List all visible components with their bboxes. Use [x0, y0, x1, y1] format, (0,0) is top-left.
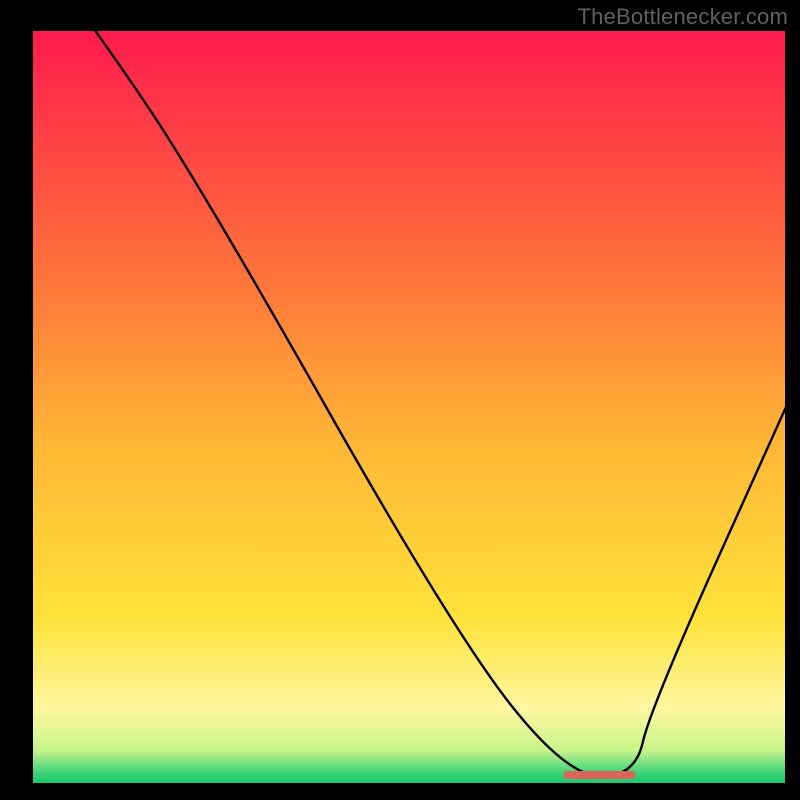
- watermark-text: TheBottlenecker.com: [578, 4, 788, 30]
- plot-background-gradient: [32, 30, 786, 784]
- minimum-marker: [564, 771, 636, 779]
- bottleneck-curve-chart: [0, 0, 800, 800]
- chart-container: [0, 0, 800, 800]
